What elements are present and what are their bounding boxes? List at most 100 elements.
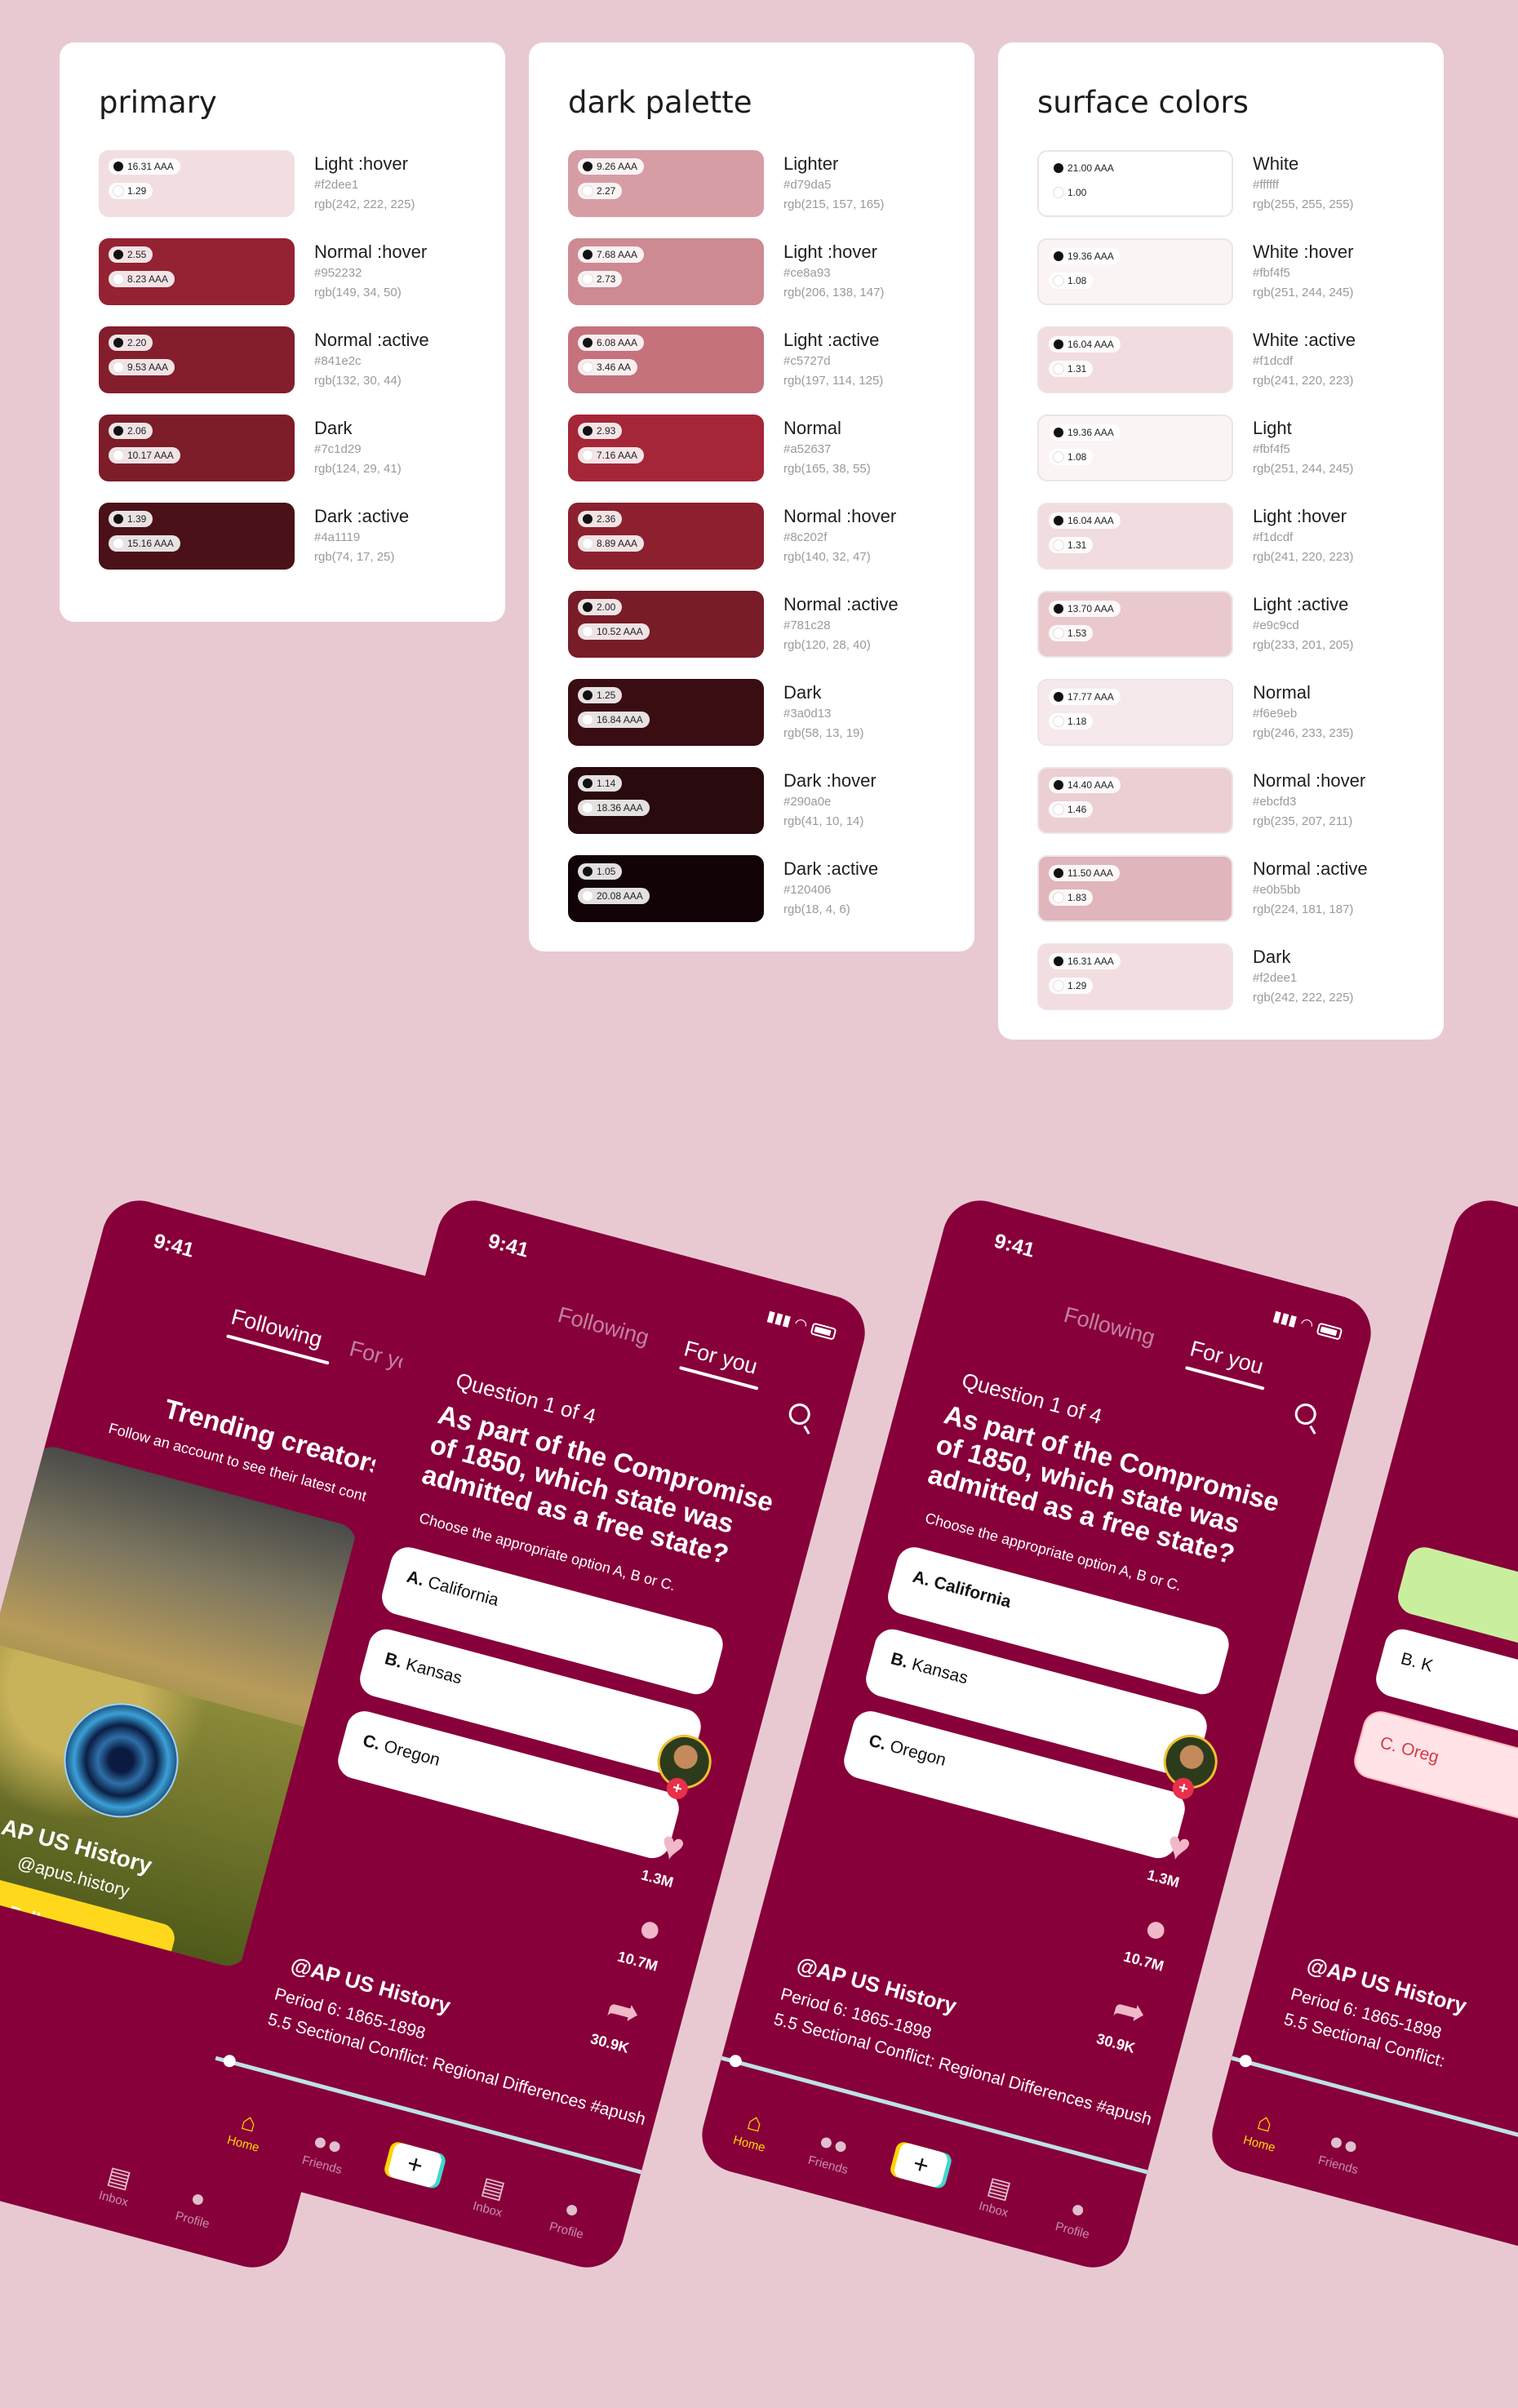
tab-following[interactable]: Following — [1061, 1302, 1157, 1350]
contrast-black-value: 21.00 AAA — [1067, 162, 1114, 174]
nav-inbox[interactable]: ▤ Inbox — [455, 2166, 529, 2224]
swatch-hex: #290a0e — [783, 795, 832, 809]
contrast-black-pill: 17.77 AAA — [1049, 689, 1121, 705]
tab-following[interactable]: Following — [555, 1302, 651, 1350]
contrast-white-pill: 1.31 — [1049, 361, 1094, 377]
option-a-text: California — [425, 1572, 501, 1610]
swatch-hex: #781c28 — [783, 619, 831, 632]
nav-friends[interactable]: ●● Friends — [795, 2122, 869, 2180]
color-swatch: 11.50 AAA 1.83 — [1037, 855, 1233, 922]
contrast-white-value: 3.46 AA — [597, 361, 632, 373]
color-swatch: 2.20 9.53 AAA — [99, 326, 295, 393]
color-swatch: 2.93 7.16 AAA — [568, 415, 764, 481]
swatch-label: Light :hover — [314, 153, 408, 174]
white-dot-icon — [1054, 716, 1063, 726]
contrast-black-pill: 1.14 — [578, 775, 623, 792]
status-time: 9:41 — [151, 1229, 197, 1262]
option-c-letter: C. — [361, 1731, 383, 1754]
nav-profile[interactable]: ● Profile — [1039, 2187, 1113, 2246]
contrast-white-pill: 2.73 — [578, 271, 623, 287]
swatch-rgb: rgb(18, 4, 6) — [783, 902, 850, 916]
swatch-rgb: rgb(149, 34, 50) — [314, 286, 402, 299]
swatch-rgb: rgb(235, 207, 211) — [1253, 814, 1353, 828]
color-swatch: 16.04 AAA 1.31 — [1037, 326, 1233, 393]
nav-home[interactable]: ⌂ Home — [716, 2100, 790, 2159]
contrast-black-value: 16.31 AAA — [1067, 956, 1114, 967]
swatch-rgb: rgb(246, 233, 235) — [1253, 726, 1354, 740]
contrast-black-value: 7.68 AAA — [597, 249, 638, 260]
tab-for-you[interactable]: For you — [1187, 1336, 1266, 1380]
share-icon[interactable]: ➦ — [602, 1986, 646, 2037]
contrast-black-pill: 14.40 AAA — [1049, 777, 1121, 793]
contrast-black-value: 1.25 — [597, 690, 616, 701]
tab-following[interactable]: Following — [229, 1304, 325, 1352]
swatch-label: Dark — [783, 682, 822, 703]
white-dot-icon — [583, 627, 593, 636]
white-dot-icon — [583, 274, 593, 284]
contrast-black-pill: 16.31 AAA — [109, 158, 180, 175]
contrast-black-value: 17.77 AAA — [1067, 691, 1114, 703]
search-icon[interactable] — [1292, 1401, 1319, 1427]
contrast-black-value: 1.05 — [597, 866, 616, 877]
nav-inbox[interactable]: ▤ Inbox — [961, 2166, 1035, 2224]
black-dot-icon — [583, 338, 593, 348]
color-swatch: 1.14 18.36 AAA — [568, 767, 764, 834]
swatch-label: Normal — [783, 418, 841, 438]
swatch-hex: #ebcfd3 — [1253, 795, 1297, 809]
swatch-label: Normal :active — [783, 594, 899, 614]
nav-profile[interactable]: ● Profile — [533, 2187, 607, 2246]
color-swatch: 1.39 15.16 AAA — [99, 503, 295, 570]
option-b-letter: B. — [888, 1649, 911, 1672]
progress-handle[interactable] — [728, 2053, 743, 2069]
nav-profile[interactable]: ● Profile — [159, 2176, 233, 2235]
black-dot-icon — [1054, 780, 1063, 790]
progress-handle[interactable] — [1238, 2053, 1254, 2069]
question-text: As part of the Compromise of 1850, which… — [419, 1399, 777, 1570]
search-icon[interactable] — [786, 1401, 813, 1427]
white-dot-icon — [1054, 805, 1063, 814]
white-dot-icon — [1054, 628, 1063, 638]
black-dot-icon — [1054, 692, 1063, 702]
swatch-hex: #c5727d — [783, 354, 831, 368]
swatch-rgb: rgb(251, 244, 245) — [1253, 286, 1354, 299]
nav-inbox[interactable]: ▤ Inbox — [80, 2155, 154, 2214]
nav-home[interactable]: ⌂ Home — [1226, 2100, 1300, 2159]
white-dot-icon — [583, 891, 593, 901]
comment-icon[interactable]: ● — [1139, 1905, 1174, 1953]
swatch-rgb: rgb(241, 220, 223) — [1253, 374, 1354, 388]
swatch-hex: #ffffff — [1253, 178, 1279, 192]
swatch-rgb: rgb(58, 13, 19) — [783, 726, 864, 740]
contrast-white-value: 7.16 AAA — [597, 450, 638, 461]
swatch-label: Light — [1253, 418, 1292, 438]
contrast-black-pill: 2.20 — [109, 335, 153, 351]
comment-icon[interactable]: ● — [633, 1905, 668, 1953]
contrast-black-pill: 2.00 — [578, 599, 623, 615]
contrast-white-value: 18.36 AAA — [597, 802, 643, 814]
contrast-black-value: 2.20 — [127, 337, 147, 348]
nav-friends[interactable]: ●● Friends — [1305, 2122, 1379, 2180]
black-dot-icon — [113, 338, 123, 348]
progress-handle[interactable] — [222, 2053, 237, 2069]
nav-friends[interactable]: ●● Friends — [289, 2122, 363, 2180]
contrast-white-pill: 16.84 AAA — [578, 712, 650, 728]
swatch-rgb: rgb(41, 10, 14) — [783, 814, 864, 828]
option-c-text: Oregon — [381, 1736, 442, 1770]
swatch-label: Normal :active — [1253, 858, 1368, 879]
swatch-rgb: rgb(165, 38, 55) — [783, 462, 871, 476]
white-dot-icon — [583, 539, 593, 548]
option-b-text: B. K — [1398, 1649, 1436, 1676]
contrast-white-pill: 18.36 AAA — [578, 800, 650, 816]
create-post-button[interactable]: + — [386, 2141, 444, 2189]
contrast-white-value: 1.00 — [1067, 187, 1087, 198]
share-icon[interactable]: ➦ — [1108, 1986, 1152, 2037]
swatch-hex: #f2dee1 — [314, 178, 359, 192]
option-b-letter: B. — [382, 1649, 405, 1672]
bottom-nav: ⌂ Home ●● Friends — [1204, 2067, 1518, 2276]
swatch-hex: #ce8a93 — [783, 266, 831, 280]
create-post-button[interactable]: + — [892, 2141, 950, 2189]
contrast-white-value: 2.27 — [597, 185, 616, 197]
tab-for-you[interactable]: For you — [681, 1336, 760, 1380]
swatch-hex: #3a0d13 — [783, 707, 832, 721]
option-c-wrong[interactable]: C. Oreg — [1350, 1707, 1518, 1863]
nav-home[interactable]: ⌂ Home — [210, 2100, 284, 2159]
